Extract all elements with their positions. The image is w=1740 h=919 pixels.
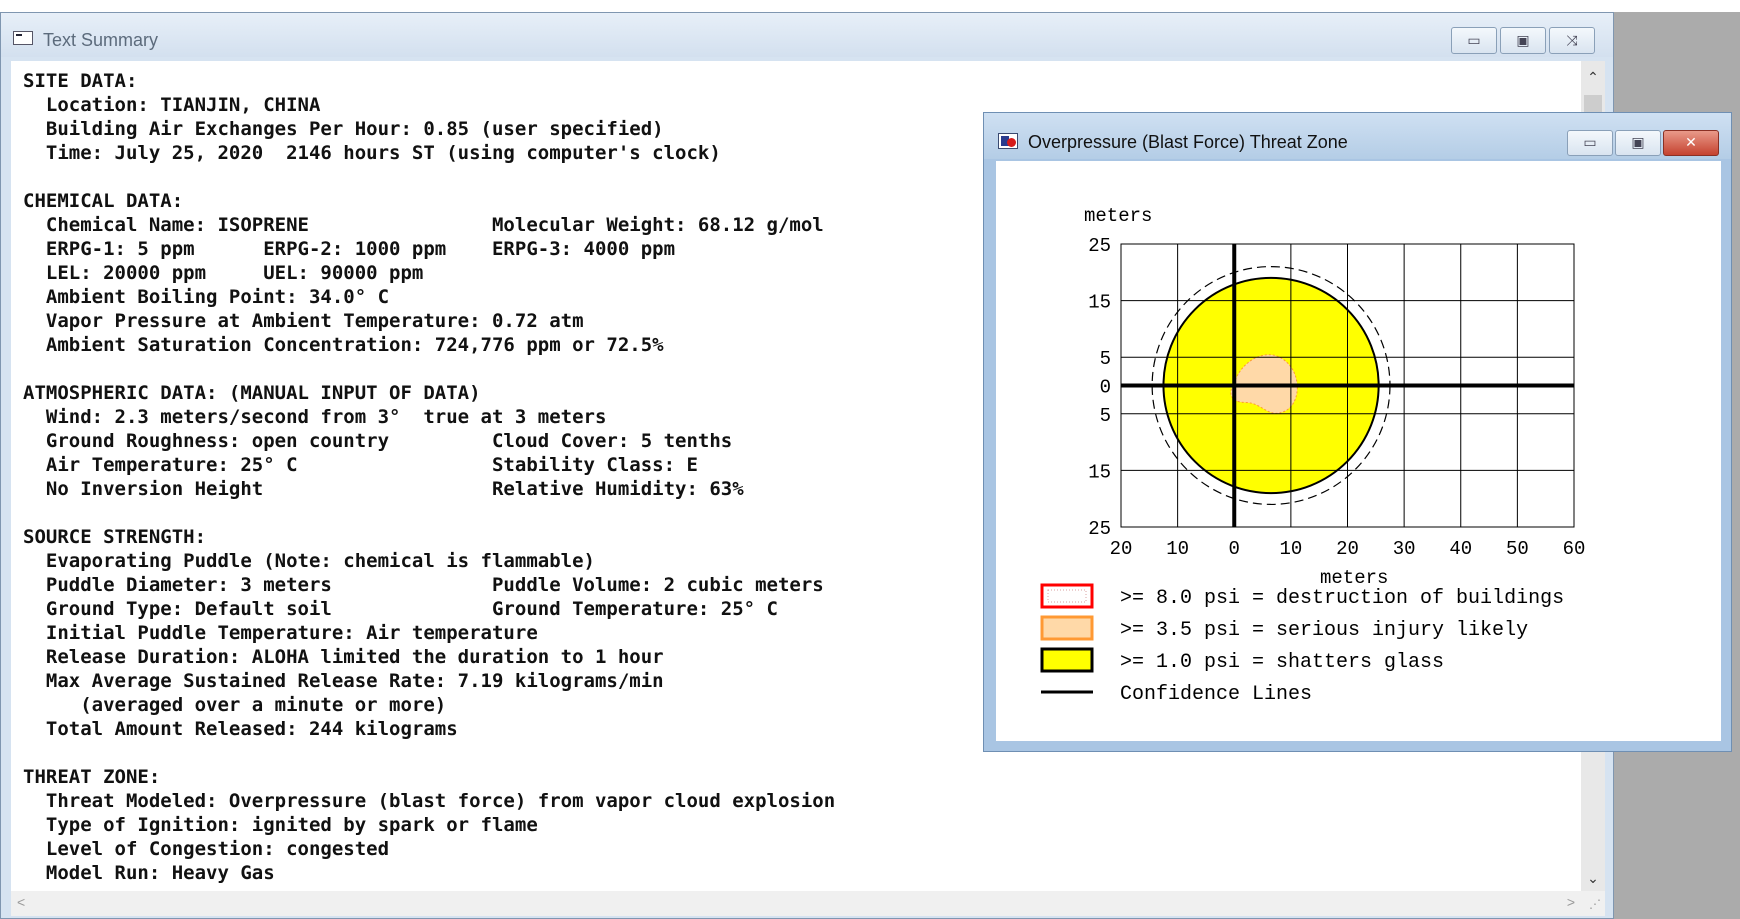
summary-line: Model Run: Heavy Gas — [23, 862, 275, 884]
summary-line: Ground Roughness: open country Cloud Cov… — [23, 430, 733, 452]
summary-line: Release Duration: ALOHA limited the dura… — [23, 646, 664, 668]
summary-line: (averaged over a minute or more) — [23, 694, 447, 716]
window-controls: ▭ ▣ ⤨ — [1451, 27, 1595, 54]
y-tick-label: 15 — [1088, 461, 1111, 483]
x-tick-label: 10 — [1279, 538, 1302, 560]
summary-line: Vapor Pressure at Ambient Temperature: 0… — [23, 310, 584, 332]
legend-swatch — [1040, 647, 1094, 673]
summary-line: Air Temperature: 25° C Stability Class: … — [23, 454, 698, 476]
y-axis-label: meters — [1084, 205, 1152, 227]
summary-line: No Inversion Height Relative Humidity: 6… — [23, 478, 744, 500]
threat-close-button[interactable]: ✕ — [1663, 130, 1719, 156]
y-tick-label: 25 — [1088, 235, 1111, 257]
threat-window-title: Overpressure (Blast Force) Threat Zone — [1028, 132, 1348, 152]
summary-line: Chemical Name: ISOPRENE Molecular Weight… — [23, 214, 824, 236]
threat-window-controls: ▭ ▣ ✕ — [1567, 130, 1719, 156]
summary-line: Location: TIANJIN, CHINA — [23, 94, 321, 116]
legend-label: >= 3.5 psi = serious injury likely — [1120, 619, 1528, 642]
threat-zone-chart: metersmeters2515505152520 10 0 10 20 30 40 50 60… — [1040, 205, 1586, 706]
summary-line: Max Average Sustained Release Rate: 7.19… — [23, 670, 664, 692]
legend-label: >= 8.0 psi = destruction of buildings — [1120, 587, 1564, 610]
window-app-icon[interactable] — [13, 31, 33, 45]
y-tick-label: 25 — [1088, 518, 1111, 540]
y-tick-label: 5 — [1100, 348, 1111, 370]
summary-line: Type of Ignition: ignited by spark or fl… — [23, 814, 538, 836]
scroll-left-icon[interactable]: < — [17, 894, 25, 910]
summary-line: Wind: 2.3 meters/second from 3° true at … — [23, 406, 607, 428]
maximize-button[interactable]: ▣ — [1500, 27, 1546, 54]
legend-swatch — [1040, 615, 1094, 641]
summary-line: Evaporating Puddle (Note: chemical is fl… — [23, 550, 595, 572]
resize-grip-icon[interactable]: ⋰ — [1589, 897, 1601, 911]
summary-line: SITE DATA: — [23, 70, 138, 92]
summary-line: ATMOSPHERIC DATA: (MANUAL INPUT OF DATA) — [23, 382, 481, 404]
x-tick-label: 20 — [1336, 538, 1359, 560]
threat-maximize-button[interactable]: ▣ — [1615, 130, 1661, 156]
legend-swatch — [1040, 583, 1094, 609]
summary-line: Threat Modeled: Overpressure (blast forc… — [23, 790, 836, 812]
threat-plot-area: meters meters 25 15 5 0 5 15 25 20 10 0 10 20 30 40 50 60… — [996, 161, 1721, 741]
x-tick-label: 30 — [1393, 538, 1416, 560]
legend-label: >= 1.0 psi = shatters glass — [1120, 651, 1444, 674]
summary-line: THREAT ZONE: — [23, 766, 161, 788]
window-title: Text Summary — [43, 30, 159, 50]
x-tick-label: 40 — [1449, 538, 1472, 560]
summary-line: Time: July 25, 2020 2146 hours ST (using… — [23, 142, 721, 164]
threat-title-bar[interactable]: Overpressure (Blast Force) Threat Zone ▭… — [984, 113, 1731, 159]
y-tick-label: 15 — [1088, 292, 1111, 314]
title-bar[interactable]: Text Summary ▭ ▣ ⤨ — [1, 13, 1613, 57]
scroll-right-icon[interactable]: > — [1567, 894, 1575, 910]
summary-text: SITE DATA: Location: TIANJIN, CHINA Buil… — [23, 69, 835, 885]
y-tick-label: 0 — [1100, 377, 1111, 399]
x-axis-label: meters — [1320, 567, 1388, 589]
scroll-up-icon[interactable]: ⌃ — [1581, 69, 1605, 86]
summary-line: Total Amount Released: 244 kilograms — [23, 718, 458, 740]
x-tick-label: 60 — [1563, 538, 1586, 560]
minimize-button[interactable]: ▭ — [1451, 27, 1497, 54]
summary-line: LEL: 20000 ppm UEL: 90000 ppm — [23, 262, 424, 284]
summary-line: Ground Type: Default soil Ground Tempera… — [23, 598, 778, 620]
summary-line: Puddle Diameter: 3 meters Puddle Volume:… — [23, 574, 824, 596]
summary-line: Initial Puddle Temperature: Air temperat… — [23, 622, 538, 644]
summary-line: Building Air Exchanges Per Hour: 0.85 (u… — [23, 118, 664, 140]
summary-line: ERPG-1: 5 ppm ERPG-2: 1000 ppm ERPG-3: 4… — [23, 238, 676, 260]
summary-line: Ambient Boiling Point: 34.0° C — [23, 286, 390, 308]
horizontal-scrollbar[interactable]: < > ⋰ — [11, 891, 1605, 916]
x-tick-label: 10 — [1166, 538, 1189, 560]
x-tick-label: 50 — [1506, 538, 1529, 560]
aloha-app-icon[interactable] — [998, 133, 1018, 149]
x-tick-label: 20 — [1110, 538, 1133, 560]
threat-minimize-button[interactable]: ▭ — [1567, 130, 1613, 156]
close-button[interactable]: ⤨ — [1549, 27, 1595, 54]
summary-line: SOURCE STRENGTH: — [23, 526, 207, 548]
scroll-down-icon[interactable]: ⌄ — [1581, 870, 1605, 887]
summary-line: Ambient Saturation Concentration: 724,77… — [23, 334, 664, 356]
y-tick-label: 5 — [1100, 405, 1111, 427]
desktop-strip — [0, 0, 1740, 12]
summary-line: CHEMICAL DATA: — [23, 190, 184, 212]
threat-zone-window: Overpressure (Blast Force) Threat Zone ▭… — [983, 112, 1732, 752]
x-tick-label: 0 — [1229, 538, 1240, 560]
legend-label: Confidence Lines — [1120, 683, 1312, 706]
summary-line: Level of Congestion: congested — [23, 838, 390, 860]
